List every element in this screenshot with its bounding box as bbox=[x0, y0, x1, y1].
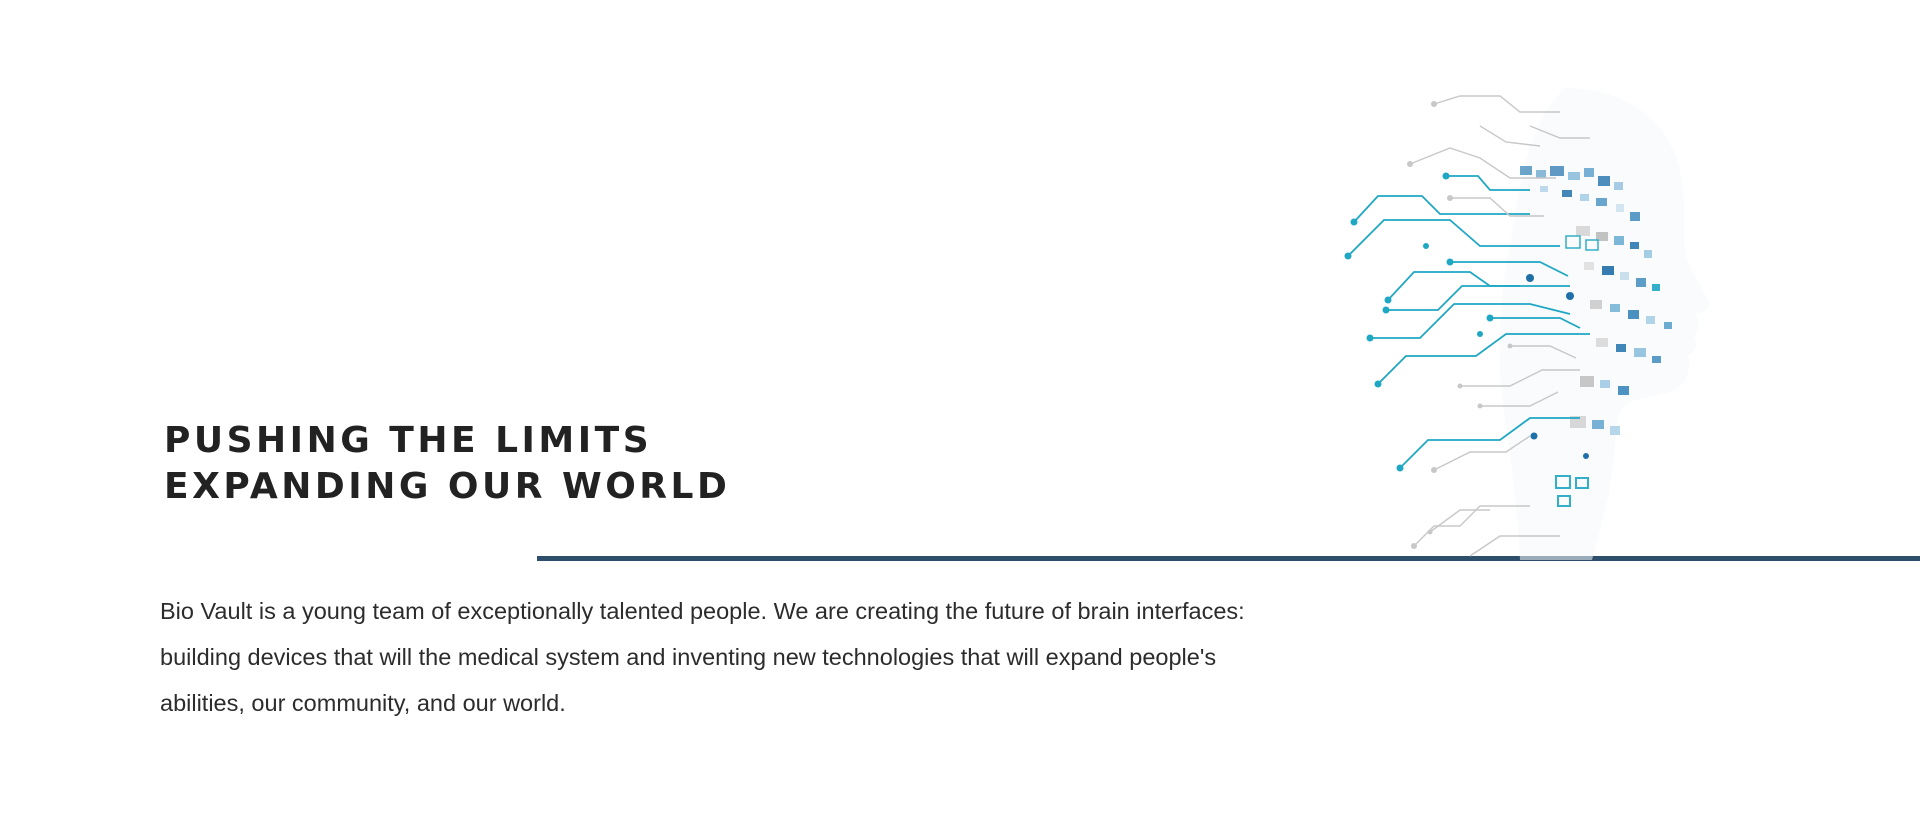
intro-line-3: abilities, our community, and our world. bbox=[160, 690, 566, 716]
hero-title-line-2: EXPANDING OUR WORLD bbox=[164, 466, 731, 507]
intro-paragraph: Bio Vault is a young team of exceptional… bbox=[160, 588, 1360, 726]
digital-head-circuit-icon bbox=[1344, 88, 1710, 560]
about-section: PUSHING THE LIMITS EXPANDING OUR WORLD B… bbox=[0, 0, 1920, 814]
hero-title-line-1: PUSHING THE LIMITS bbox=[164, 420, 653, 461]
hero-title: PUSHING THE LIMITS EXPANDING OUR WORLD bbox=[164, 418, 730, 510]
intro-line-2: building devices that will the medical s… bbox=[160, 644, 1217, 670]
intro-line-1: Bio Vault is a young team of exceptional… bbox=[160, 598, 1245, 624]
